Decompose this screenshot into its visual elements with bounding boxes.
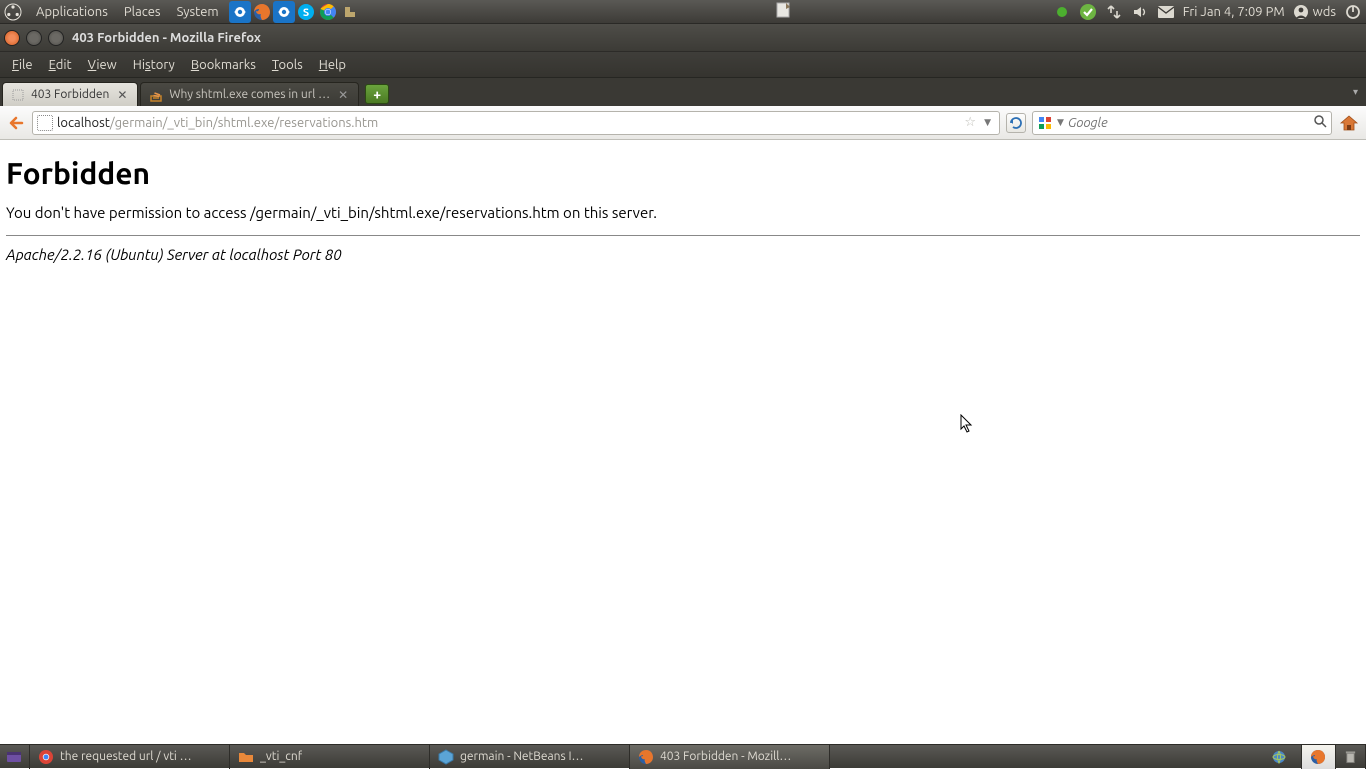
menu-tools[interactable]: Tools	[264, 58, 311, 72]
workspace-switcher[interactable]	[1262, 745, 1302, 769]
taskbar-item-folder[interactable]: _vti_cnf	[230, 745, 430, 769]
taskbar-item-firefox[interactable]: 403 Forbidden - Mozill…	[630, 745, 830, 769]
url-text[interactable]: localhost/germain/_vti_bin/shtml.exe/res…	[57, 116, 960, 130]
window-close-button[interactable]	[4, 30, 20, 46]
gnome-top-panel: Applications Places System S Fri Jan 4, …	[0, 0, 1366, 24]
site-identity-icon[interactable]	[37, 115, 53, 131]
taskbar-item-netbeans[interactable]: germain - NetBeans I…	[430, 745, 630, 769]
window-maximize-button[interactable]	[48, 30, 64, 46]
taskbar-firefox-pin[interactable]	[1302, 745, 1336, 769]
update-indicator-icon[interactable]	[1079, 3, 1097, 21]
tabs-dropdown-icon[interactable]: ▾	[1347, 86, 1364, 98]
search-box[interactable]: ▼	[1032, 111, 1332, 135]
window-controls	[4, 30, 64, 46]
stackoverflow-icon	[149, 88, 163, 102]
window-minimize-button[interactable]	[26, 30, 42, 46]
teamviewer2-icon[interactable]	[273, 1, 295, 23]
tab-label: Why shtml.exe comes in url …	[169, 88, 330, 101]
navigation-toolbar: localhost/germain/_vti_bin/shtml.exe/res…	[0, 106, 1366, 140]
tab-strip: 403 Forbidden ✕ Why shtml.exe comes in u…	[0, 78, 1366, 106]
tab-403-forbidden[interactable]: 403 Forbidden ✕	[2, 82, 138, 106]
gnome-bottom-panel: the requested url / vti … _vti_cnf germa…	[0, 744, 1366, 768]
show-desktop-button[interactable]	[0, 745, 30, 769]
chrome-launcher-icon[interactable]	[317, 1, 339, 23]
home-button[interactable]	[1338, 112, 1360, 134]
server-signature: Apache/2.2.16 (Ubuntu) Server at localho…	[6, 246, 1360, 263]
recording-indicator-icon[interactable]	[1053, 3, 1071, 21]
search-engine-dropdown-icon[interactable]: ▼	[1057, 117, 1064, 128]
folder-icon	[238, 749, 254, 765]
firefox-launcher-icon[interactable]	[251, 1, 273, 23]
taskbar-label: germain - NetBeans I…	[460, 750, 583, 763]
svg-text:S: S	[302, 7, 308, 19]
url-dropdown-icon[interactable]: ▼	[984, 117, 991, 128]
text-editor-indicator-icon[interactable]	[775, 1, 793, 22]
back-button[interactable]	[6, 113, 26, 133]
tab-close-icon[interactable]: ✕	[115, 88, 129, 102]
user-menu[interactable]: wds	[1293, 4, 1336, 20]
page-content: Forbidden You don't have permission to a…	[0, 140, 1366, 269]
divider	[6, 235, 1360, 236]
new-tab-button[interactable]: +	[365, 84, 389, 104]
taskbar-item-chrome[interactable]: the requested url / vti …	[30, 745, 230, 769]
tab-label: 403 Forbidden	[31, 88, 109, 101]
error-heading: Forbidden	[6, 156, 1360, 190]
quicklaunch-tray: S	[229, 1, 361, 23]
netbeans-icon	[438, 749, 454, 765]
misc-launcher-icon[interactable]	[339, 1, 361, 23]
chrome-icon	[38, 749, 54, 765]
volume-indicator-icon[interactable]	[1131, 3, 1149, 21]
applications-menu[interactable]: Applications	[28, 5, 116, 19]
teamviewer-icon[interactable]	[229, 1, 251, 23]
places-menu[interactable]: Places	[116, 5, 169, 19]
menu-view[interactable]: View	[80, 58, 125, 72]
page-icon	[11, 88, 25, 102]
trash-icon[interactable]	[1336, 745, 1366, 769]
menu-file[interactable]: File	[4, 58, 41, 72]
skype-icon[interactable]: S	[295, 1, 317, 23]
menu-edit[interactable]: Edit	[41, 58, 80, 72]
menu-history[interactable]: History	[125, 58, 183, 72]
window-titlebar: 403 Forbidden - Mozilla Firefox	[0, 24, 1366, 52]
taskbar-label: the requested url / vti …	[60, 750, 192, 763]
tab-close-icon[interactable]: ✕	[336, 88, 350, 102]
clock[interactable]: Fri Jan 4, 7:09 PM	[1183, 5, 1285, 19]
taskbar-label: _vti_cnf	[260, 750, 302, 763]
username-label: wds	[1313, 5, 1336, 19]
power-icon[interactable]	[1344, 3, 1362, 21]
mail-indicator-icon[interactable]	[1157, 3, 1175, 21]
search-input[interactable]	[1068, 116, 1309, 130]
url-host: localhost	[57, 116, 110, 130]
system-menu[interactable]: System	[169, 5, 227, 19]
reload-button[interactable]	[1006, 113, 1026, 133]
menu-bookmarks[interactable]: Bookmarks	[183, 58, 264, 72]
firefox-icon	[638, 749, 654, 765]
firefox-menubar: File Edit View History Bookmarks Tools H…	[0, 52, 1366, 78]
ubuntu-logo-icon[interactable]	[4, 3, 22, 21]
bookmark-star-icon[interactable]: ☆	[964, 115, 976, 130]
tab-shtml-question[interactable]: Why shtml.exe comes in url … ✕	[140, 82, 359, 106]
window-title-text: 403 Forbidden - Mozilla Firefox	[72, 31, 261, 45]
url-path: /germain/_vti_bin/shtml.exe/reservations…	[110, 116, 378, 130]
search-go-icon[interactable]	[1313, 114, 1327, 131]
url-bar[interactable]: localhost/germain/_vti_bin/shtml.exe/res…	[32, 111, 1000, 135]
error-message: You don't have permission to access /ger…	[6, 204, 1360, 221]
google-icon[interactable]	[1037, 115, 1053, 131]
network-indicator-icon[interactable]	[1105, 3, 1123, 21]
mouse-cursor-icon	[960, 414, 974, 434]
menu-help[interactable]: Help	[311, 58, 354, 72]
taskbar-label: 403 Forbidden - Mozill…	[660, 750, 791, 763]
